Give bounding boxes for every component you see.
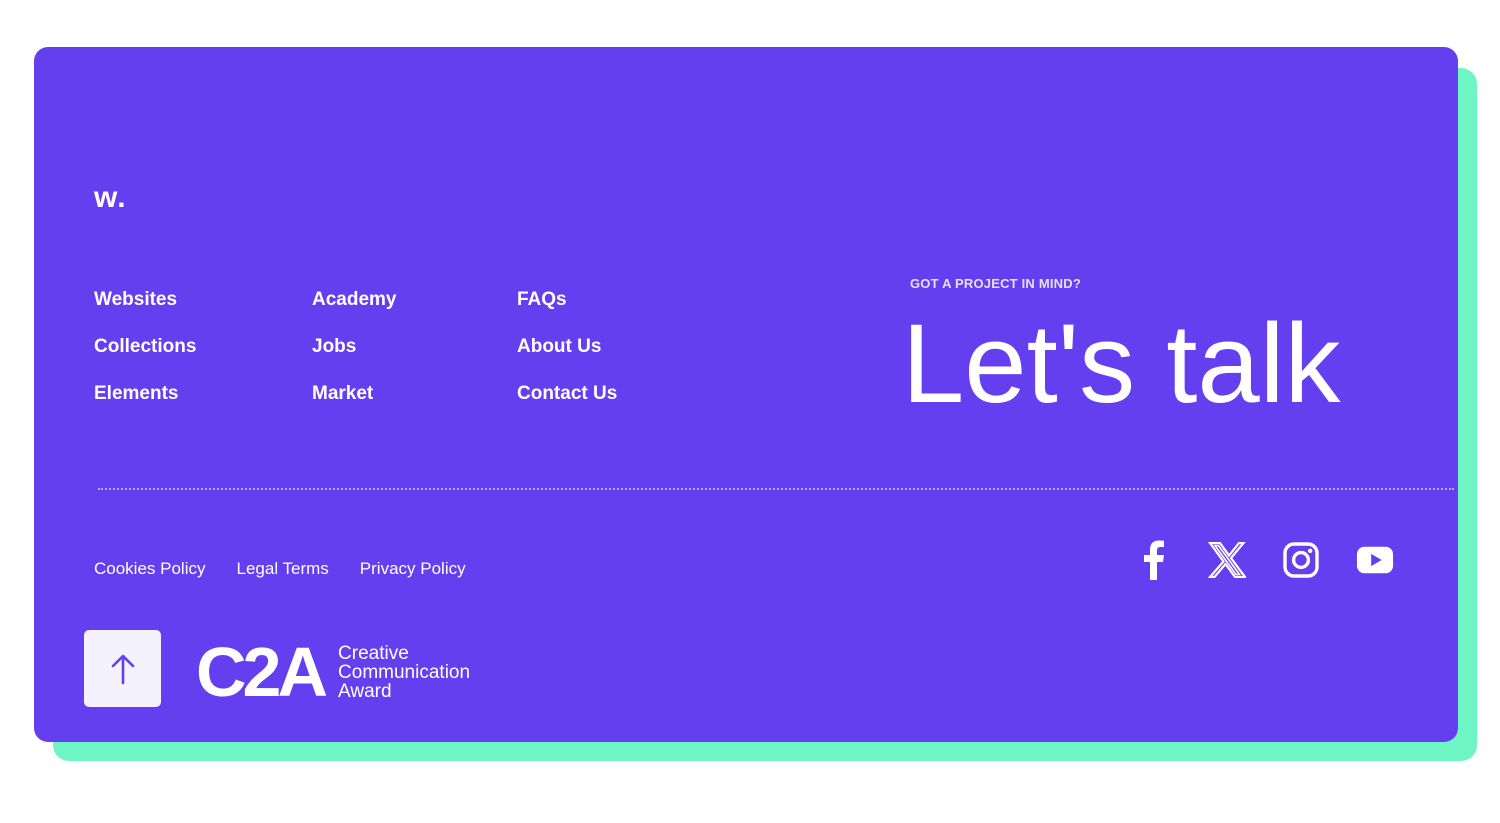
nav-link-market[interactable]: Market (312, 381, 397, 406)
award-text: Creative Communication Award (338, 644, 470, 701)
footer-nav-column-2: Academy Jobs Market (312, 287, 397, 406)
nav-link-academy[interactable]: Academy (312, 287, 397, 312)
legal-link-legal-terms[interactable]: Legal Terms (237, 558, 329, 580)
footer-nav-column-1: Websites Collections Elements (94, 287, 196, 406)
c2a-award-badge: C2A Creative Communication Award (196, 637, 470, 707)
facebook-icon[interactable] (1134, 540, 1172, 580)
award-line-1: Creative (338, 642, 409, 664)
award-line-2: Communication (338, 661, 471, 683)
award-mark: C2A (196, 633, 328, 711)
nav-link-contact-us[interactable]: Contact Us (517, 381, 617, 406)
instagram-icon[interactable] (1282, 540, 1320, 580)
nav-link-about-us[interactable]: About Us (517, 334, 617, 359)
legal-links: Cookies Policy Legal Terms Privacy Polic… (94, 558, 466, 580)
page: w. Websites Collections Elements Academy… (0, 0, 1500, 823)
nav-link-jobs[interactable]: Jobs (312, 334, 397, 359)
footer-nav-column-3: FAQs About Us Contact Us (517, 287, 617, 406)
youtube-icon[interactable] (1356, 540, 1394, 580)
brand-logo[interactable]: w. (94, 183, 127, 213)
arrow-up-icon (111, 654, 134, 684)
nav-link-faqs[interactable]: FAQs (517, 287, 617, 312)
site-footer: w. Websites Collections Elements Academy… (34, 47, 1458, 742)
cta-kicker: GOT A PROJECT IN MIND? (910, 276, 1081, 291)
footer-divider (98, 488, 1454, 490)
scroll-to-top-button[interactable] (84, 630, 161, 707)
legal-link-privacy-policy[interactable]: Privacy Policy (360, 558, 466, 580)
social-links (1134, 540, 1394, 580)
lets-talk-link[interactable]: Let's talk (902, 299, 1340, 429)
nav-link-websites[interactable]: Websites (94, 287, 196, 312)
nav-link-collections[interactable]: Collections (94, 334, 196, 359)
legal-link-cookies-policy[interactable]: Cookies Policy (94, 558, 206, 580)
nav-link-elements[interactable]: Elements (94, 381, 196, 406)
x-icon[interactable] (1208, 540, 1246, 580)
award-line-3: Award (338, 680, 392, 702)
